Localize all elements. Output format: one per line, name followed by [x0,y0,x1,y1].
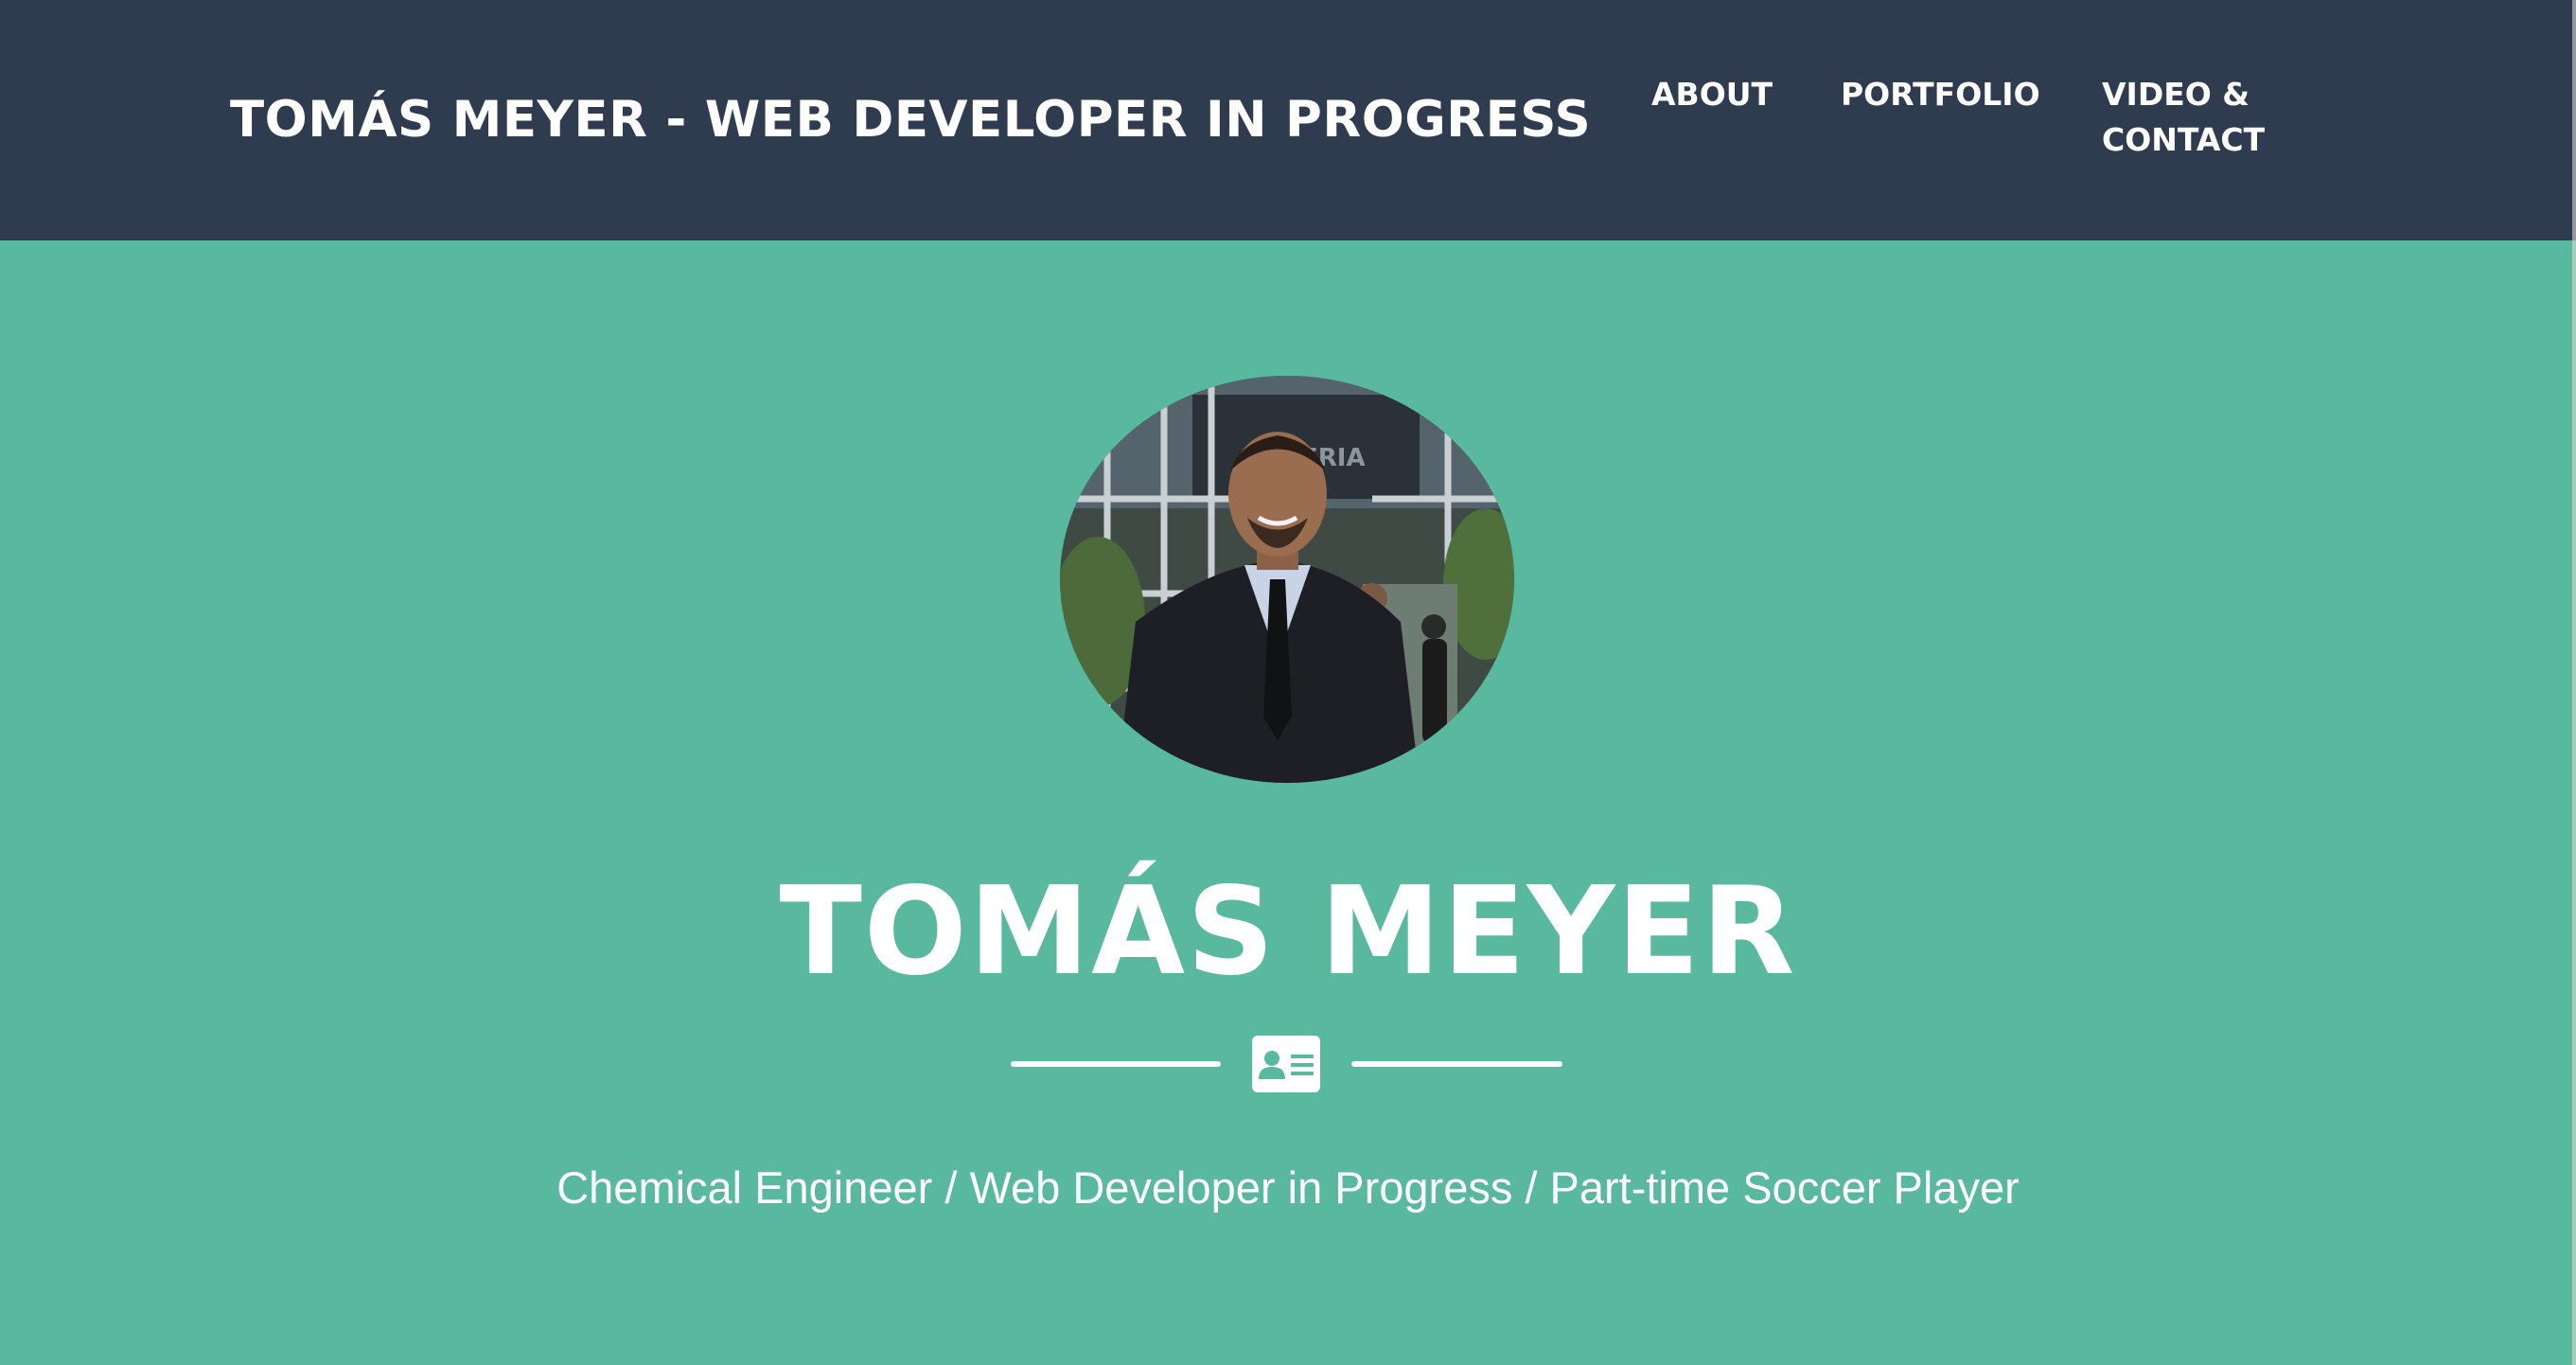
nav-link-video-contact[interactable]: VIDEO & CONTACT [2102,72,2265,163]
profile-photo: ERIA [1060,376,1514,783]
brand-title[interactable]: TOMÁS MEYER - WEB DEVELOPER IN PROGRESS [230,87,1591,153]
divider-line-left [1011,1061,1221,1067]
nav-link-video-line2: CONTACT [2102,121,2266,158]
hero-name-heading: TOMÁS MEYER [779,861,1797,1002]
id-card-icon [1252,1036,1320,1092]
nav-link-about[interactable]: ABOUT [1651,72,1773,117]
hero-subtitle: Chemical Engineer / Web Developer in Pro… [556,1162,2020,1213]
window-right-edge [2572,0,2576,1365]
top-navbar: TOMÁS MEYER - WEB DEVELOPER IN PROGRESS … [0,0,2576,240]
nav-link-portfolio[interactable]: PORTFOLIO [1841,72,2040,117]
nav-link-video-line1: VIDEO & [2102,76,2250,113]
divider-line-right [1351,1061,1562,1067]
